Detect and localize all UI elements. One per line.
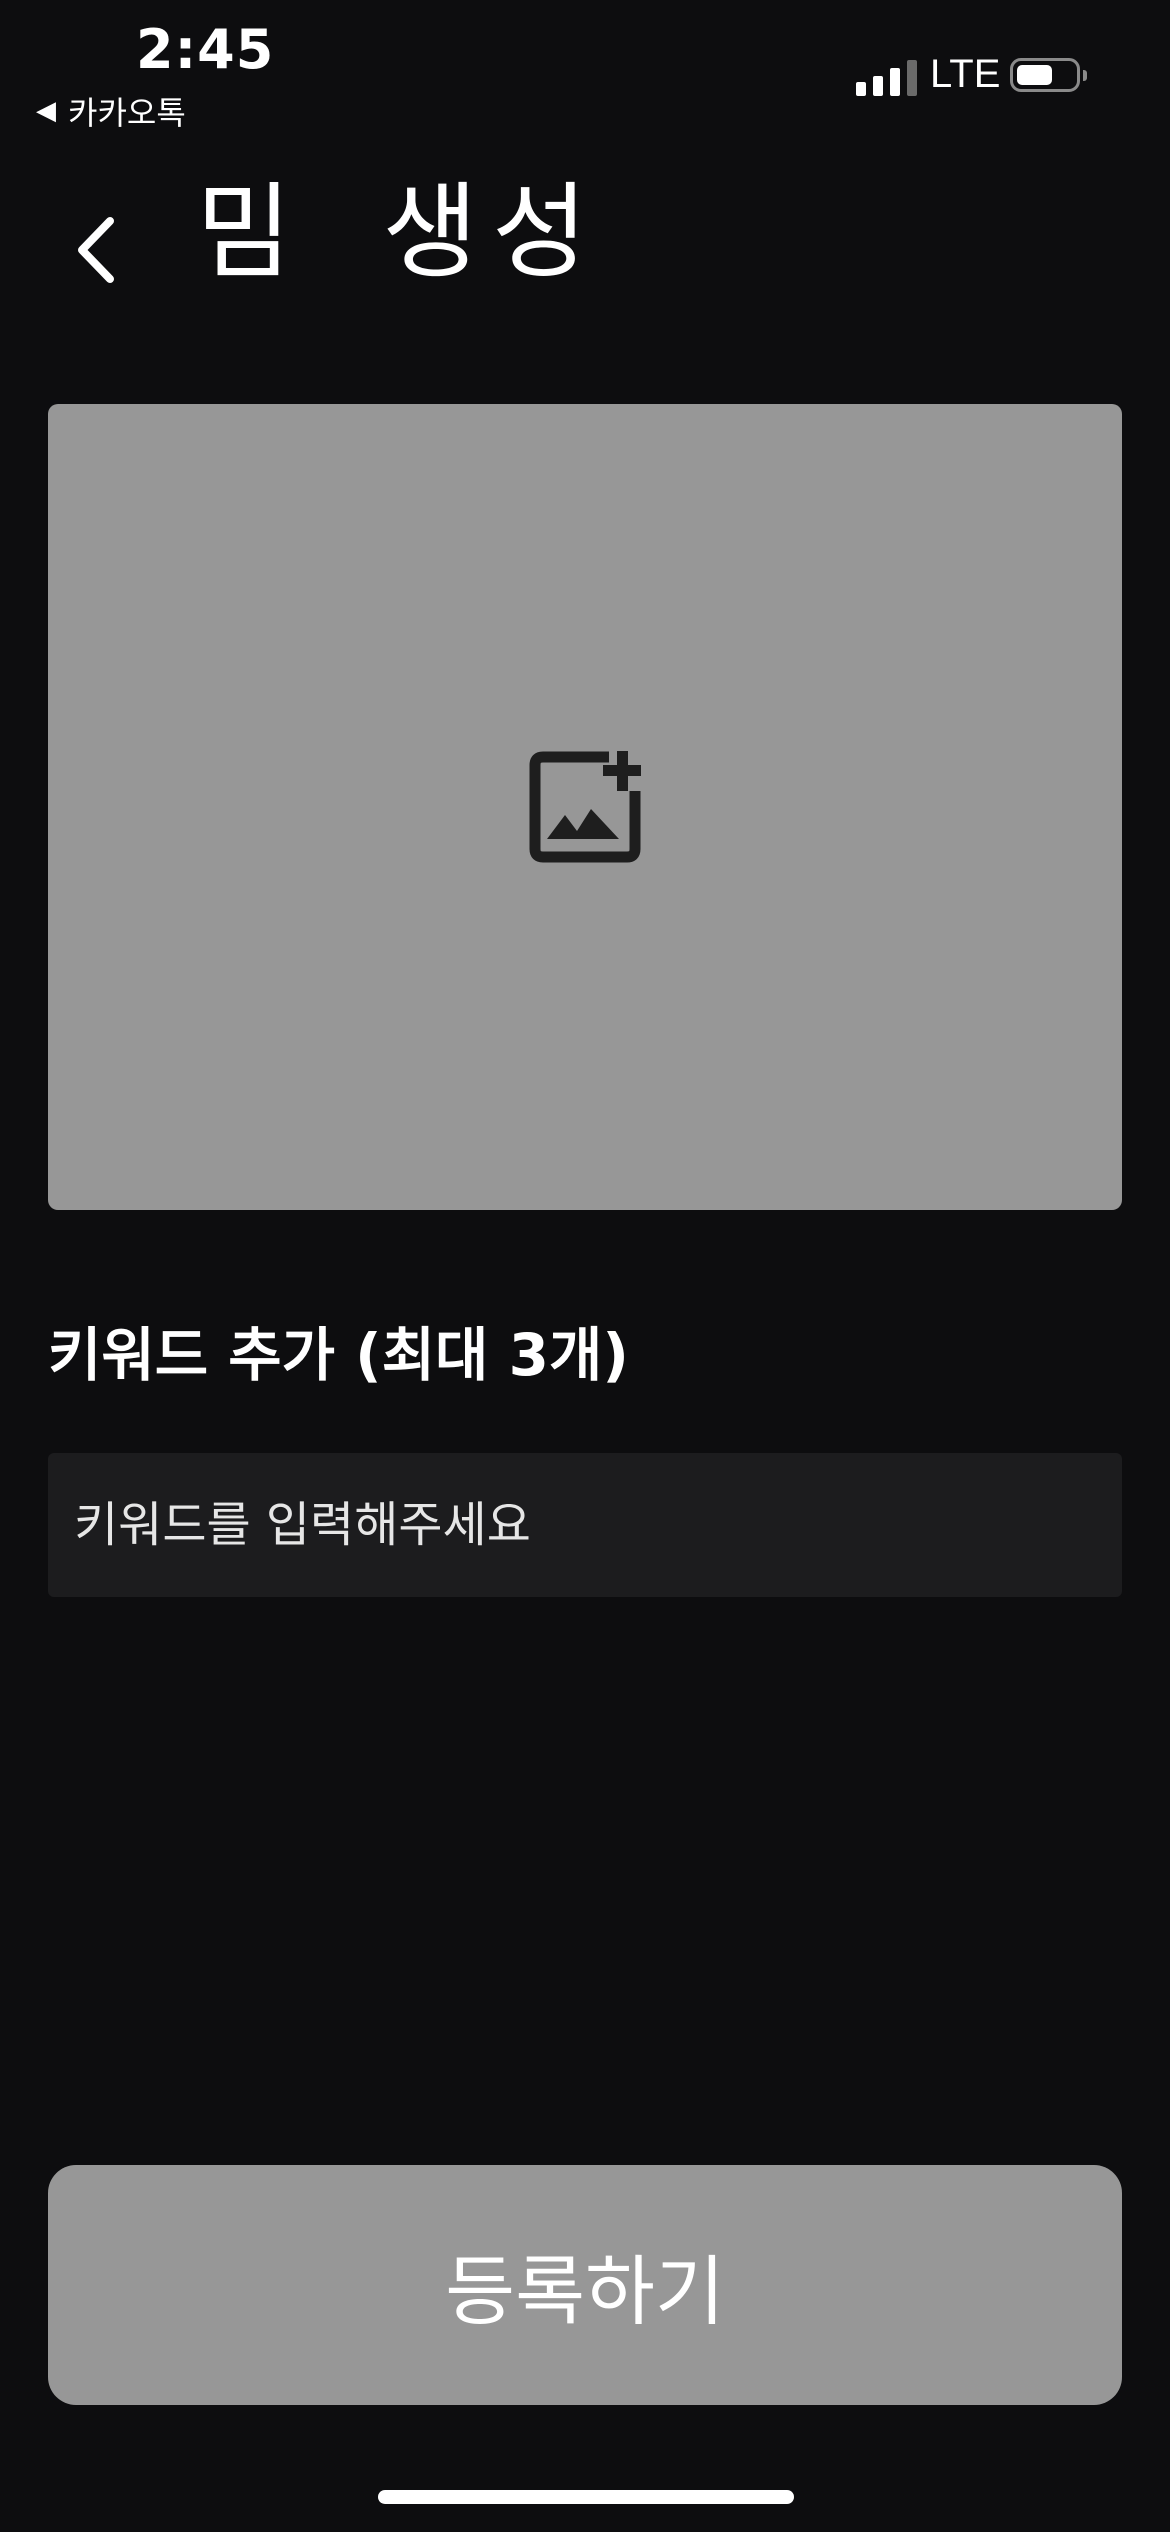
battery-fill (1017, 65, 1052, 85)
submit-button[interactable]: 등록하기 (48, 2165, 1122, 2405)
keyword-input[interactable] (48, 1453, 1122, 1597)
back-to-app-link[interactable]: ◀ 카카오톡 (36, 88, 186, 134)
home-indicator (378, 2490, 794, 2504)
network-label: LTE (930, 52, 1001, 96)
chevron-left-icon (78, 217, 114, 283)
keyword-heading: 키워드 추가 (최대 3개) (48, 1321, 629, 1389)
page-title: 밈 생성 (196, 171, 602, 293)
back-triangle-icon: ◀ (36, 96, 56, 126)
add-photo-icon (529, 751, 641, 863)
status-time: 2:45 (136, 18, 275, 81)
header: 밈 생성 (0, 160, 1170, 340)
signal-icon (856, 58, 917, 96)
back-app-label: 카카오톡 (68, 94, 186, 132)
back-button[interactable] (60, 210, 130, 290)
image-upload-area[interactable] (48, 404, 1122, 1210)
battery-icon (1010, 58, 1087, 92)
